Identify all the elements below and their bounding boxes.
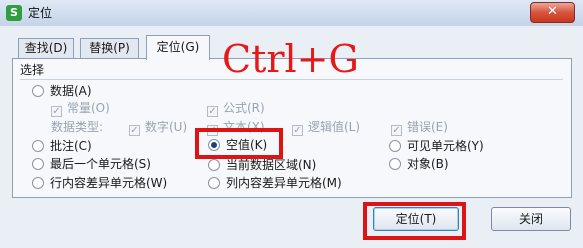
radio-object-circle[interactable] [389, 158, 401, 170]
radio-visible-cells[interactable]: 可见单元格(Y) [389, 137, 484, 155]
tab-goto-label: 定位(G) [156, 40, 200, 54]
data-type-label: 数据类型: [51, 120, 104, 134]
radio-data-label: 数据(A) [50, 84, 92, 98]
checkbox-number[interactable]: ✓ 数字(U) [129, 118, 187, 136]
radio-row-diff-circle[interactable] [32, 177, 44, 189]
radio-current-region-label: 当前数据区域(N) [226, 158, 317, 172]
close-icon: ✕ [547, 4, 558, 19]
checkbox-logical[interactable]: ✓ 逻辑值(L) [292, 118, 360, 136]
locate-highlight-box [363, 202, 466, 240]
radio-last-cell-circle[interactable] [32, 158, 44, 170]
radio-object-label: 对象(B) [407, 157, 449, 171]
radio-comment-circle[interactable] [32, 140, 44, 152]
tab-replace-label: 替换(P) [89, 41, 130, 55]
close-button[interactable]: 关闭 [491, 207, 571, 231]
radio-visible-cells-circle[interactable] [389, 140, 401, 152]
radio-row-diff-label: 行内容差异单元格(W) [50, 176, 168, 190]
radio-data[interactable]: 数据(A) [32, 82, 92, 100]
checkbox-logical-box[interactable]: ✓ [292, 125, 303, 136]
shortcut-annotation: Ctrl+G [222, 37, 359, 81]
window-close-button[interactable]: ✕ [530, 2, 575, 23]
radio-visible-cells-label: 可见单元格(Y) [407, 139, 484, 153]
radio-comment-label: 批注(C) [50, 139, 92, 153]
radio-col-diff-circle[interactable] [208, 177, 220, 189]
checkbox-logical-label: 逻辑值(L) [308, 120, 361, 134]
radio-col-diff[interactable]: 列内容差异单元格(M) [208, 174, 342, 192]
title-bar[interactable] [0, 0, 583, 27]
radio-comment[interactable]: 批注(C) [32, 137, 92, 155]
checkbox-error[interactable]: ✓ 错误(E) [391, 118, 448, 136]
radio-object[interactable]: 对象(B) [389, 155, 449, 173]
tab-goto[interactable]: 定位(G) [146, 35, 210, 60]
radio-last-cell-label: 最后一个单元格(S) [50, 157, 151, 171]
checkbox-constant-label: 常量(O) [67, 101, 110, 115]
checkbox-formula-label: 公式(R) [223, 101, 265, 115]
group-label: 选择 [20, 63, 45, 77]
tab-replace[interactable]: 替换(P) [80, 38, 139, 59]
window-title: 定位 [28, 6, 53, 20]
tab-find[interactable]: 查找(D) [18, 38, 74, 59]
tab-find-label: 查找(D) [24, 41, 68, 55]
radio-last-cell[interactable]: 最后一个单元格(S) [32, 155, 151, 173]
checkbox-error-box[interactable]: ✓ [391, 125, 402, 136]
checkbox-constant-box[interactable]: ✓ [51, 106, 62, 117]
radio-col-diff-label: 列内容差异单元格(M) [226, 176, 342, 190]
checkbox-formula-box[interactable]: ✓ [207, 106, 218, 117]
close-button-label: 关闭 [518, 212, 543, 226]
radio-current-region-circle[interactable] [208, 159, 220, 171]
checkbox-formula[interactable]: ✓ 公式(R) [207, 99, 265, 117]
blank-highlight-box [195, 128, 283, 159]
app-logo-icon: S [6, 5, 22, 21]
checkbox-number-box[interactable]: ✓ [129, 125, 140, 136]
checkbox-number-label: 数字(U) [145, 120, 188, 134]
radio-row-diff[interactable]: 行内容差异单元格(W) [32, 174, 167, 192]
checkbox-error-label: 错误(E) [407, 120, 448, 134]
checkbox-constant[interactable]: ✓ 常量(O) [51, 99, 110, 117]
radio-data-circle[interactable] [32, 85, 44, 97]
